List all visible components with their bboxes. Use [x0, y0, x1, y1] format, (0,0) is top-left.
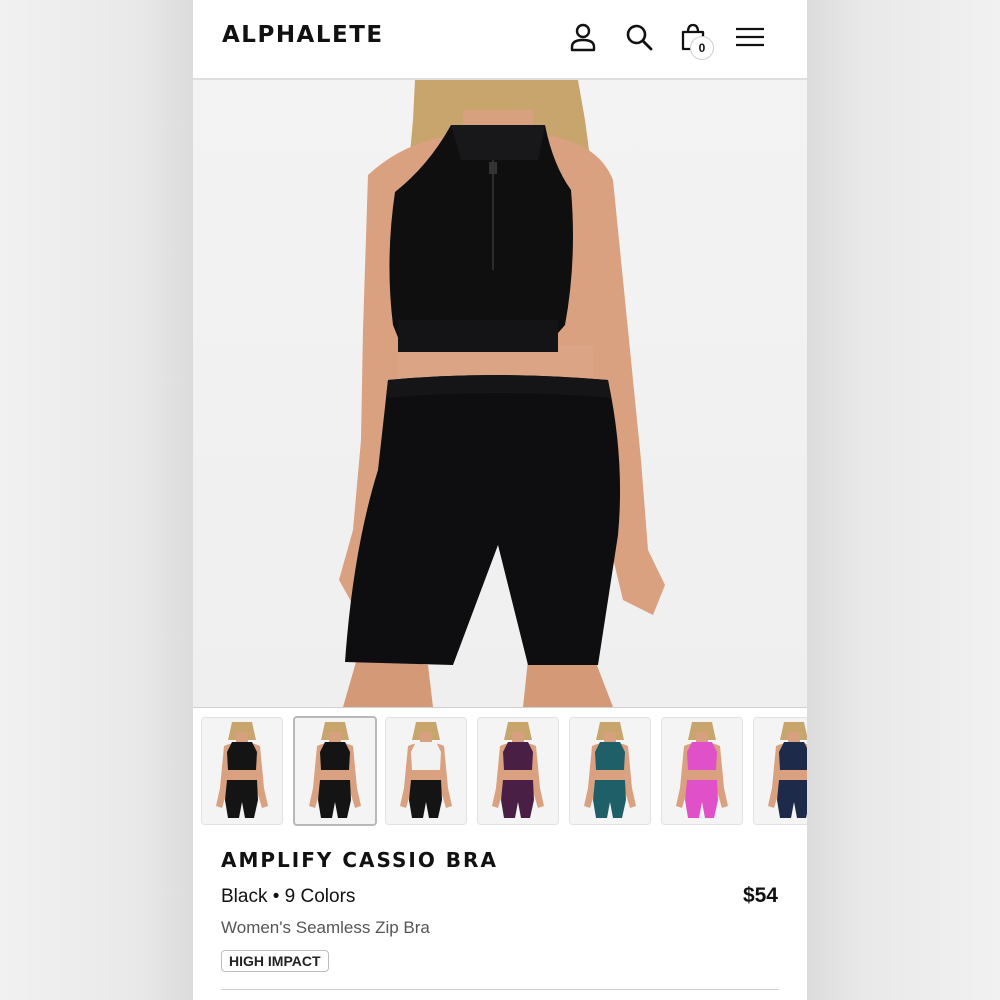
brand-logo[interactable]: ALPHALETE: [222, 22, 384, 48]
mobile-page: ALPHALETE 0 AMPLIFY CASSIO BRA Black • 9…: [193, 0, 807, 1000]
color-thumbnail-navy[interactable]: [753, 717, 807, 825]
hamburger-menu-icon[interactable]: [735, 22, 765, 52]
selected-color-label: Black • 9 Colors: [221, 886, 356, 907]
background-right: [807, 0, 1000, 1000]
product-subtitle: Women's Seamless Zip Bra: [221, 918, 430, 937]
product-hero-image[interactable]: [193, 80, 807, 708]
color-thumbnail-pink[interactable]: [661, 717, 743, 825]
color-thumbnail-strip[interactable]: [193, 708, 807, 840]
site-header: ALPHALETE 0: [193, 0, 807, 80]
product-title: AMPLIFY CASSIO BRA: [221, 848, 498, 872]
impact-tag: HIGH IMPACT: [221, 950, 329, 972]
color-thumbnail-black[interactable]: [201, 717, 283, 825]
color-thumbnail-teal[interactable]: [569, 717, 651, 825]
section-divider: [221, 989, 779, 990]
search-icon[interactable]: [624, 22, 654, 52]
background-left: [0, 0, 193, 1000]
account-icon[interactable]: [568, 22, 598, 52]
color-thumbnail-plum[interactable]: [477, 717, 559, 825]
product-price: $54: [742, 884, 778, 907]
model-photo: [339, 80, 665, 707]
color-thumbnail-black[interactable]: [293, 716, 377, 826]
cart-count-badge[interactable]: 0: [690, 36, 714, 60]
color-thumbnail-white[interactable]: [385, 717, 467, 825]
